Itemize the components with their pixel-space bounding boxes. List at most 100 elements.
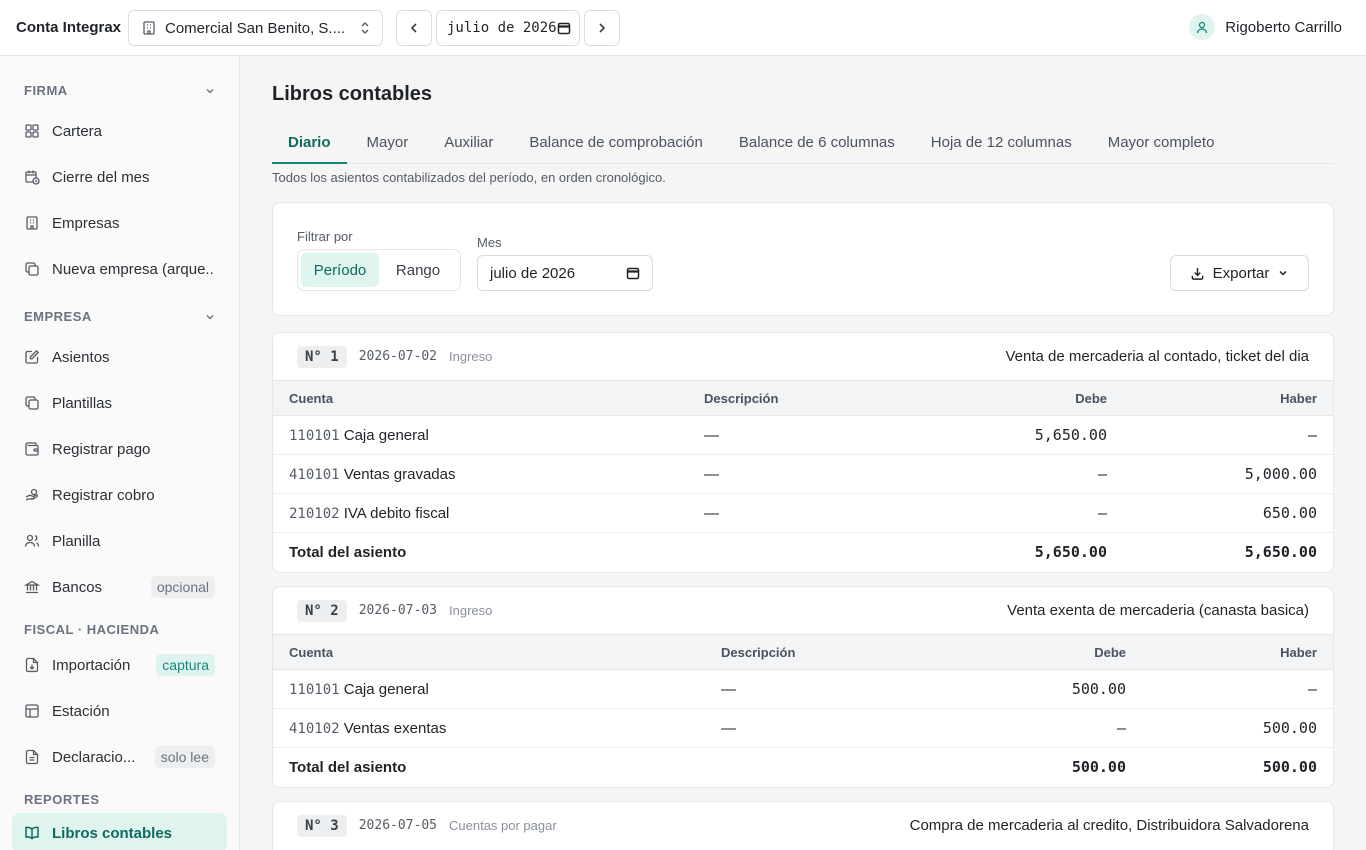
entry-type: Ingreso [449, 349, 493, 364]
column-header-haber: Haber [1142, 634, 1333, 670]
month-input-value: julio de 2026 [490, 264, 576, 282]
sidebar-item-empresas[interactable]: Empresas [12, 203, 227, 243]
debe-cell: 500.00 [935, 669, 1142, 709]
sidebar-item-nueva-empresa[interactable]: Nueva empresa (arque... [12, 249, 227, 289]
sidebar-item-declaraciones[interactable]: Declaracio... solo lee [12, 737, 227, 777]
building-icon [141, 20, 157, 36]
debe-cell: — [918, 454, 1123, 494]
tab-balance-comprobacion[interactable]: Balance de comprobación [513, 124, 718, 164]
calendar-icon[interactable] [626, 266, 640, 280]
haber-cell: 500.00 [1142, 708, 1333, 748]
journal-entry: N° 2 2026-07-03 Ingreso Venta exenta de … [272, 586, 1334, 788]
next-month-button[interactable] [584, 10, 620, 46]
sidebar-item-registrar-cobro[interactable]: Registrar cobro [12, 475, 227, 515]
file-import-icon [24, 657, 40, 673]
filter-option-periodo[interactable]: Período [301, 253, 379, 287]
entry-number: N° 3 [297, 814, 347, 837]
file-text-icon [24, 749, 40, 765]
copy-icon [24, 261, 40, 277]
header-month-value: julio de 2026 [447, 20, 557, 36]
sidebar-item-label: Nueva empresa (arque... [52, 260, 215, 278]
entry-date: 2026-07-03 [358, 603, 437, 618]
debe-cell: — [918, 493, 1123, 533]
user-menu[interactable]: Rigoberto Carrillo [1189, 14, 1342, 40]
sidebar-item-cierre[interactable]: Cierre del mes [12, 157, 227, 197]
sidebar-item-label: Cartera [52, 122, 103, 140]
total-row: Total del asiento 5,650.00 5,650.00 [273, 533, 1333, 572]
account-name: IVA debito fiscal [343, 504, 450, 522]
tab-hoja-12-columnas[interactable]: Hoja de 12 columnas [915, 124, 1088, 164]
previous-month-button[interactable] [396, 10, 432, 46]
line-description: — [705, 669, 935, 709]
column-header-debe: Debe [935, 634, 1142, 670]
total-haber: 5,650.00 [1244, 543, 1317, 562]
table-row: 110101 Caja general — 500.00 — [273, 669, 1333, 709]
table-icon [24, 703, 40, 719]
tab-mayor[interactable]: Mayor [351, 124, 425, 164]
sidebar-item-importacion[interactable]: Importación captura [12, 645, 227, 685]
account-code: 210102 [289, 505, 340, 522]
company-name: Comercial San Benito, S.... [165, 19, 346, 37]
copy-icon [24, 395, 40, 411]
tab-mayor-completo[interactable]: Mayor completo [1092, 124, 1231, 164]
account-cell: 210102 IVA debito fiscal [273, 493, 688, 533]
section-firma[interactable]: FIRMA [24, 83, 216, 98]
sidebar-item-plantillas[interactable]: Plantillas [12, 383, 227, 423]
sidebar-item-label: Bancos [52, 578, 103, 596]
section-empresa[interactable]: EMPRESA [24, 309, 216, 324]
calendar-clock-icon [24, 169, 40, 185]
sidebar-item-estacion[interactable]: Estación [12, 691, 227, 731]
account-name: Caja general [343, 680, 429, 698]
month-input[interactable]: julio de 2026 [477, 255, 653, 291]
account-name: Ventas gravadas [343, 465, 456, 483]
tab-balance-6-columnas[interactable]: Balance de 6 columnas [723, 124, 911, 164]
account-cell: 410101 Ventas gravadas [273, 454, 688, 494]
account-name: Caja general [343, 426, 429, 444]
sidebar-item-cartera[interactable]: Cartera [12, 111, 227, 151]
entry-table: Cuenta Descripción Debe Haber 110101 Caj… [273, 380, 1333, 572]
sidebar-item-label: Empresas [52, 214, 120, 232]
export-button[interactable]: Exportar [1170, 255, 1309, 291]
sidebar-item-registrar-pago[interactable]: Registrar pago [12, 429, 227, 469]
total-debe: 5,650.00 [1034, 543, 1107, 562]
sidebar-item-label: Declaracio... [52, 748, 136, 766]
entry-number: N° 2 [297, 599, 347, 622]
filter-card: Filtrar por Período Rango Mes julio de 2… [272, 202, 1334, 316]
tab-auxiliar[interactable]: Auxiliar [428, 124, 509, 164]
wallet-icon [24, 441, 40, 457]
filter-by-label: Filtrar por [297, 229, 353, 244]
entry-date: 2026-07-02 [358, 349, 437, 364]
company-select[interactable]: Comercial San Benito, S.... [128, 10, 383, 46]
sidebar-item-asientos[interactable]: Asientos [12, 337, 227, 377]
calendar-icon[interactable] [557, 21, 571, 35]
total-empty [688, 533, 918, 572]
sidebar-item-libros-contables[interactable]: Libros contables [12, 813, 227, 850]
line-description: — [688, 415, 918, 455]
chevron-down-icon [1277, 267, 1289, 279]
sidebar-item-label: Estación [52, 702, 110, 720]
filter-mode-toggle: Período Rango [297, 249, 461, 291]
page-subtitle: Todos los asientos contabilizados del pe… [272, 170, 666, 185]
sidebar-item-label: Registrar pago [52, 440, 151, 458]
account-cell: 410102 Ventas exentas [273, 708, 705, 748]
tab-diario[interactable]: Diario [272, 124, 347, 164]
filter-option-rango[interactable]: Rango [379, 253, 457, 287]
sidebar-item-label: Libros contables [52, 824, 173, 842]
haber-cell: — [1142, 669, 1333, 709]
entry-date: 2026-07-05 [358, 818, 437, 833]
sidebar-item-planilla[interactable]: Planilla [12, 521, 227, 561]
top-bar: Conta Integrax Comercial San Benito, S..… [0, 0, 1366, 56]
entry-type: Ingreso [449, 603, 493, 618]
section-firma-label: FIRMA [24, 83, 68, 98]
header-month-input[interactable]: julio de 2026 [436, 10, 580, 46]
table-header-row: Cuenta Descripción Debe Haber [273, 380, 1333, 416]
sidebar-item-bancos[interactable]: Bancos opcional [12, 567, 227, 607]
journal-entry: N° 1 2026-07-02 Ingreso Venta de mercade… [272, 332, 1334, 573]
table-row: 110101 Caja general — 5,650.00 — [273, 415, 1333, 455]
total-row: Total del asiento 500.00 500.00 [273, 748, 1333, 787]
entry-header: N° 3 2026-07-05 Cuentas por pagar Compra… [273, 802, 1333, 849]
total-label: Total del asiento [289, 758, 407, 776]
sidebar-item-label: Registrar cobro [52, 486, 155, 504]
entry-description: Venta de mercaderia al contado, ticket d… [1005, 348, 1309, 365]
column-header-descripcion: Descripción [705, 634, 935, 670]
